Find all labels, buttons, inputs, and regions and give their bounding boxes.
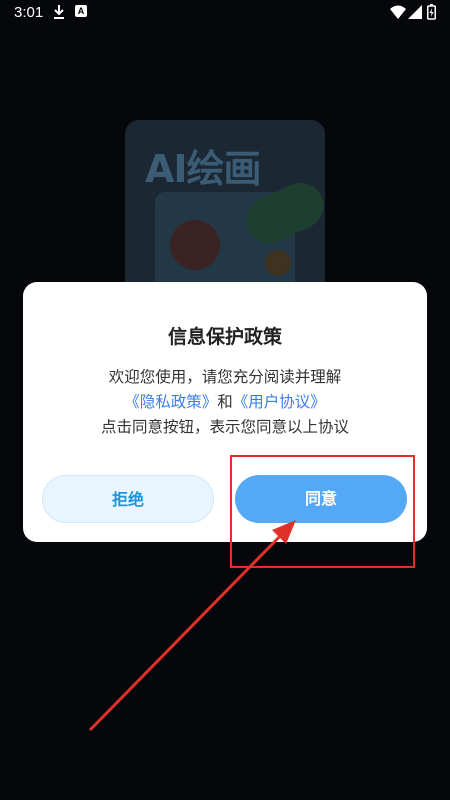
background-dot-shape bbox=[265, 250, 291, 276]
wifi-icon bbox=[390, 5, 406, 19]
download-icon bbox=[54, 5, 64, 19]
and-text: 和 bbox=[217, 393, 233, 411]
user-agreement-link[interactable]: 《用户协议》 bbox=[233, 393, 326, 411]
privacy-dialog: 信息保护政策 欢迎您使用，请您充分阅读并理解 《隐私政策》和《用户协议》 点击同… bbox=[23, 282, 427, 542]
signal-icon bbox=[408, 5, 422, 19]
background-ball-shape bbox=[170, 220, 220, 270]
reject-button[interactable]: 拒绝 bbox=[42, 475, 214, 523]
privacy-policy-link[interactable]: 《隐私政策》 bbox=[124, 393, 217, 411]
status-time: 3:01 bbox=[14, 4, 44, 21]
dialog-title: 信息保护政策 bbox=[167, 326, 282, 348]
background-title: AI绘画 bbox=[145, 147, 262, 191]
dialog-message-line: 欢迎您使用，请您充分阅读并理解 bbox=[108, 368, 342, 386]
status-bar: 3:01 A bbox=[0, 0, 450, 26]
dialog-links-line: 《隐私政策》和《用户协议》 bbox=[23, 390, 427, 412]
battery-icon bbox=[427, 4, 436, 20]
dialog-consent-line: 点击同意按钮，表示您同意以上协议 bbox=[100, 418, 349, 436]
agree-button[interactable]: 同意 bbox=[235, 475, 407, 523]
a-app-icon: A bbox=[75, 5, 87, 17]
